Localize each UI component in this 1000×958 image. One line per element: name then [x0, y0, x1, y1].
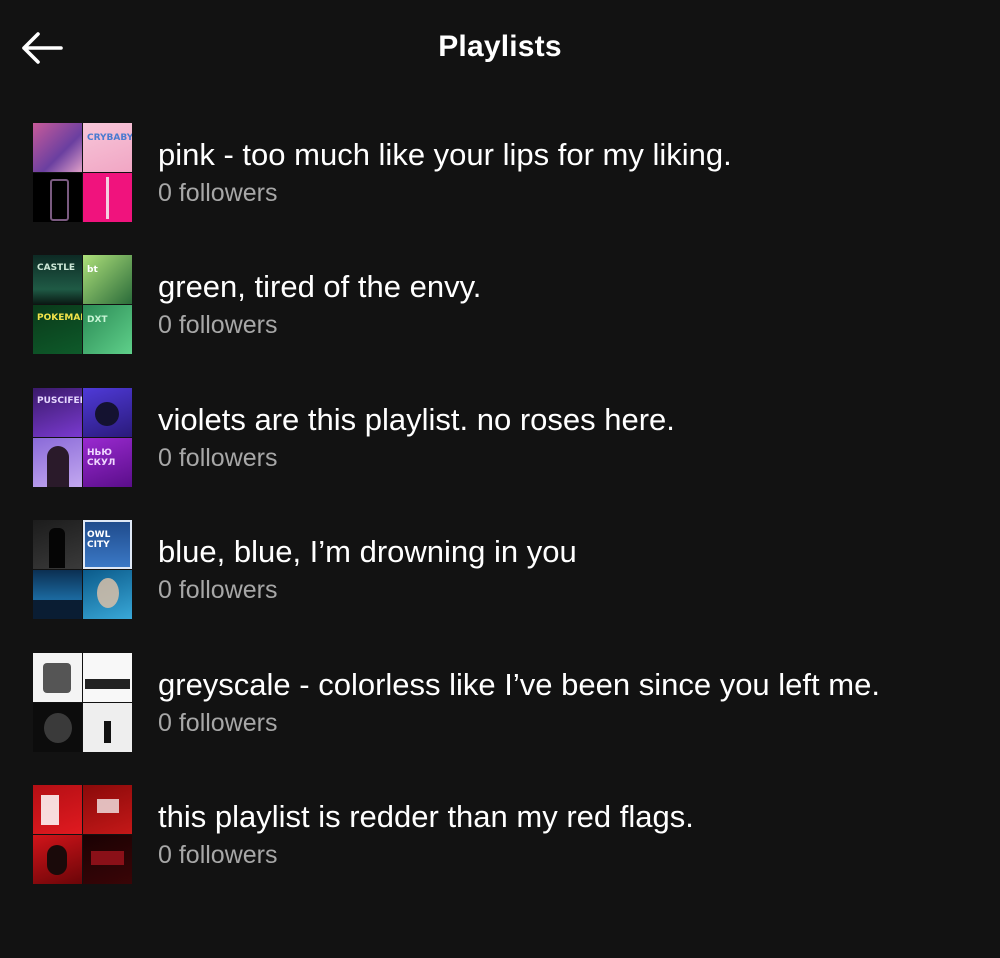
album-art-tile [83, 387, 132, 437]
playlist-followers: 0 followers [158, 840, 278, 869]
album-art-label: CRYBABY [87, 133, 132, 143]
playlist-meta: this playlist is redder than my red flag… [158, 799, 694, 871]
album-art-label: CASTLE [37, 263, 76, 274]
playlist-meta: blue, blue, I’m drowning in you 0 followe… [158, 534, 577, 606]
small-figure-art [104, 720, 111, 743]
playlist-cover-mosaic: OWL CITY [33, 520, 133, 620]
playlist-row[interactable]: OWL CITY blue, blue, I’m drowning in you 0… [33, 520, 983, 620]
playlist-followers: 0 followers [158, 179, 278, 207]
playlist-row[interactable]: CASTLE bt POKEMAN DXT green, tired of the en… [33, 255, 983, 355]
playlist-cover-mosaic: PUSCIFER НЬЮ СКУЛ [33, 387, 133, 488]
album-art-tile [83, 834, 132, 884]
playlist-meta: green, tired of the envy. 0 followers [158, 269, 481, 341]
album-art-tile: OWL CITY [83, 520, 132, 570]
crowd-art [85, 678, 130, 689]
poster-art [41, 794, 59, 825]
creature-art [95, 401, 119, 426]
album-art-tile: НЬЮ СКУЛ [83, 437, 132, 487]
playlist-followers: 0 followers [158, 576, 278, 605]
album-art-tile: CASTLE [33, 255, 82, 305]
album-art-label: POKEMAN [37, 313, 82, 324]
album-art-tile [33, 123, 82, 172]
album-art-tile: PUSCIFER [33, 387, 82, 437]
playlist-name[interactable]: this playlist is redder than my red flag… [158, 799, 694, 835]
album-art-tile [33, 702, 82, 752]
playlist-name[interactable]: violets are this playlist. no roses here… [158, 402, 675, 438]
face-art [97, 578, 119, 609]
mask-art [44, 712, 72, 743]
page-title: Playlists [438, 30, 562, 63]
stage-art [33, 600, 82, 620]
playlist-name[interactable]: pink - too much like your lips for my li… [158, 137, 732, 173]
playlist-followers: 0 followers [158, 311, 278, 340]
figure-art [49, 528, 65, 569]
playlist-followers: 0 followers [158, 443, 278, 472]
playlist-followers: 0 followers [158, 708, 278, 737]
playlist-row[interactable]: greyscale - colorless like I’ve been sin… [33, 652, 983, 753]
playlist-meta: pink - too much like your lips for my li… [158, 137, 732, 209]
album-art-tile [33, 520, 82, 570]
playlist-meta: violets are this playlist. no roses here… [158, 402, 675, 474]
playlist-name[interactable]: blue, blue, I’m drowning in you [158, 534, 577, 570]
playlist-cover-mosaic: CASTLE bt POKEMAN DXT [33, 255, 133, 355]
album-art-tile [33, 834, 82, 884]
album-art-tile [33, 437, 82, 487]
playlist-name[interactable]: greyscale - colorless like I’ve been sin… [158, 667, 880, 703]
text-block-art [97, 798, 119, 813]
album-art-tile [83, 652, 132, 702]
album-art-tile [83, 173, 132, 222]
album-art-tile: DXT [83, 305, 132, 355]
girl-art [47, 844, 67, 875]
top-bar: Playlists [0, 0, 1000, 100]
playlist-row[interactable]: this playlist is redder than my red flag… [33, 784, 983, 885]
playlist-name[interactable]: green, tired of the envy. [158, 269, 481, 305]
album-art-tile [83, 702, 132, 752]
album-art-tile: bt [83, 255, 132, 305]
playlist-row[interactable]: CRYBABY pink - too much like your lips fo… [33, 123, 983, 223]
album-art-tile [83, 570, 132, 620]
album-art-label: DXT [87, 315, 108, 326]
album-art-tile [33, 652, 82, 702]
sketch-art [43, 662, 71, 693]
playlist-meta: greyscale - colorless like I’ve been sin… [158, 667, 880, 739]
album-art-label: OWL CITY [87, 530, 111, 551]
logo-art [91, 850, 124, 865]
album-art-tile [33, 784, 82, 834]
album-art-tile [83, 784, 132, 834]
playlist-list: CRYBABY pink - too much like your lips fo… [33, 123, 983, 917]
album-art-tile [33, 173, 82, 222]
playlist-cover-mosaic [33, 652, 133, 753]
album-art-tile [33, 570, 82, 620]
playlist-row[interactable]: PUSCIFER НЬЮ СКУЛ violets are this playlis… [33, 387, 983, 488]
dagger-art [106, 177, 109, 219]
album-art-tile: CRYBABY [83, 123, 132, 172]
album-art-tile: POKEMAN [33, 305, 82, 355]
album-art-label: bt [87, 265, 98, 276]
album-art-label: PUSCIFER [37, 395, 82, 406]
playlist-cover-mosaic: CRYBABY [33, 123, 133, 223]
album-art-label: НЬЮ СКУЛ [87, 447, 116, 468]
portrait-art [47, 445, 69, 487]
playlist-cover-mosaic [33, 784, 133, 885]
coffin-art [50, 179, 69, 221]
